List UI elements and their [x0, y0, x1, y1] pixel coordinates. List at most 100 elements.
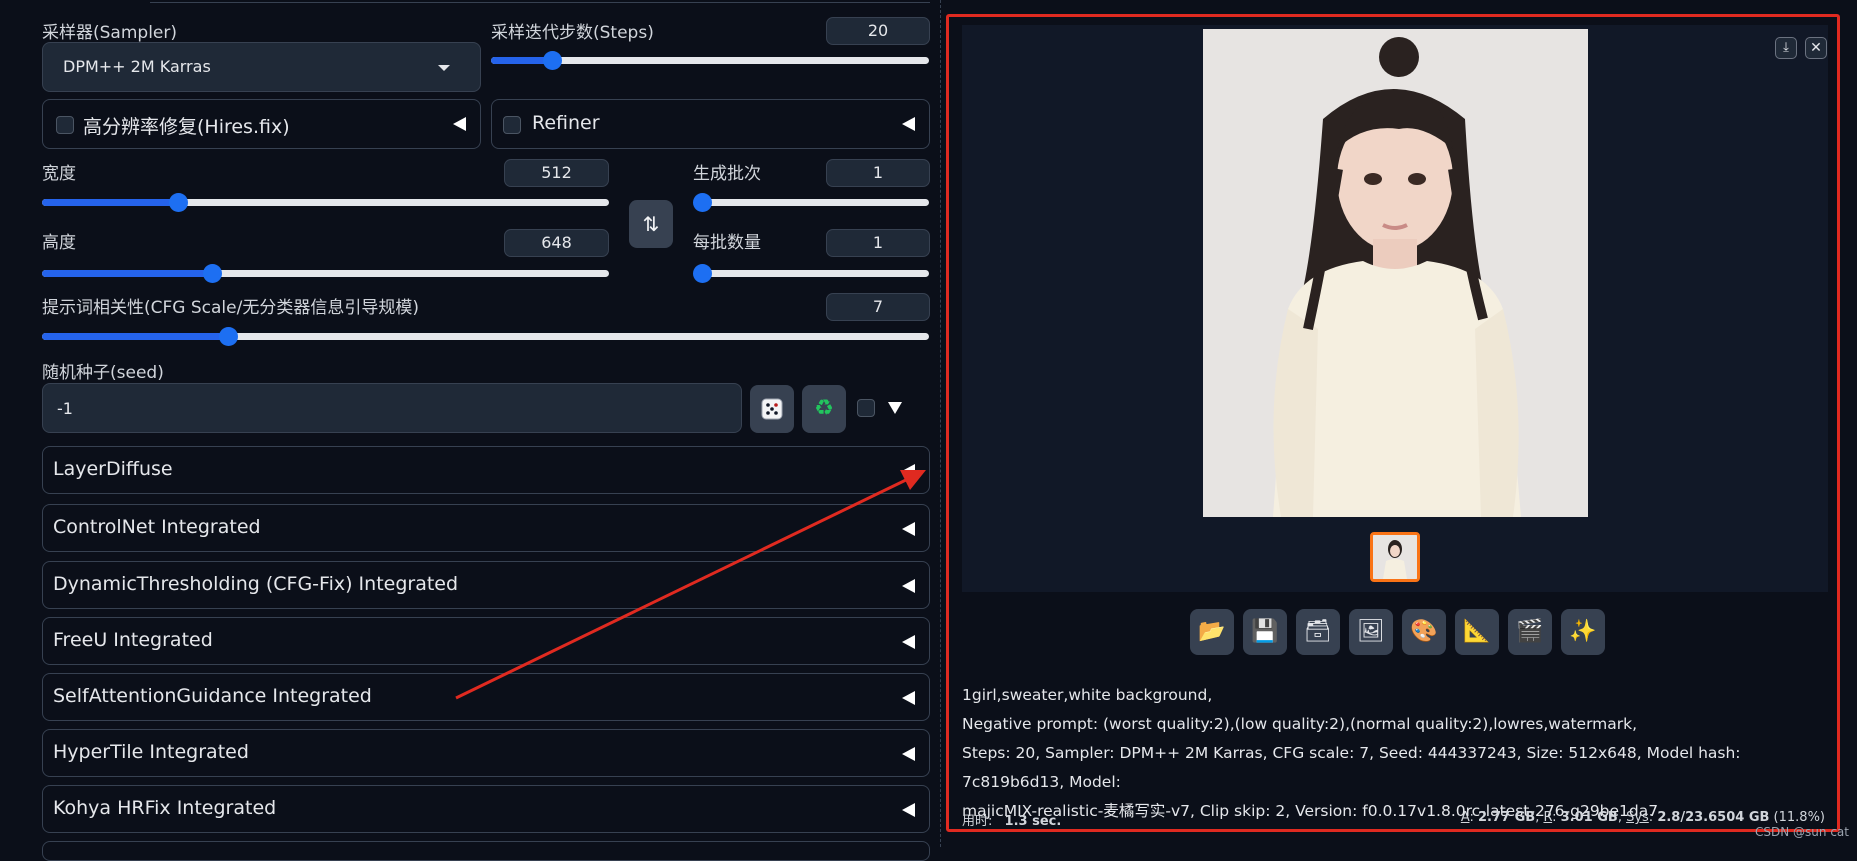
collapse-triangle-icon	[902, 747, 915, 761]
accordion-title: HyperTile Integrated	[53, 741, 249, 763]
accordion-freeu-integrated[interactable]: FreeU Integrated	[42, 617, 930, 665]
zip-icon: 🗃	[1304, 619, 1332, 644]
batch-count-slider[interactable]	[693, 193, 929, 212]
collapse-triangle-icon	[453, 117, 466, 131]
steps-input[interactable]: 20	[826, 17, 930, 45]
accordion-title: LayerDiffuse	[53, 458, 173, 480]
sampler-dropdown[interactable]: DPM++ 2M Karras	[42, 42, 481, 92]
hires-fix-panel[interactable]: 高分辨率修复(Hires.fix)	[42, 99, 481, 149]
hires-fix-label: 高分辨率修复(Hires.fix)	[83, 116, 290, 138]
sampler-label: 采样器(Sampler)	[42, 23, 177, 43]
steps-slider[interactable]	[491, 51, 929, 70]
steps-label: 采样迭代步数(Steps)	[491, 23, 654, 43]
height-slider[interactable]	[42, 264, 609, 283]
memory-stats: A: 2.77 GB, R: 3.01 GB, Sys: 2.8/23.6504…	[1460, 810, 1825, 825]
batch-size-slider[interactable]	[693, 264, 929, 283]
zip-button[interactable]: 🗃	[1296, 609, 1340, 655]
batch-size-label: 每批数量	[693, 233, 761, 253]
send-to-video-button[interactable]: 🎬	[1508, 609, 1552, 655]
height-input[interactable]: 648	[504, 229, 609, 257]
column-separator	[940, 0, 941, 847]
seed-input[interactable]: -1	[42, 383, 742, 433]
collapse-triangle-icon	[902, 803, 915, 817]
collapse-triangle-icon	[902, 522, 915, 536]
refiner-panel[interactable]: Refiner	[491, 99, 930, 149]
cfg-label: 提示词相关性(CFG Scale/无分类器信息引导规模)	[42, 298, 419, 318]
refiner-checkbox[interactable]	[503, 116, 521, 134]
chevron-down-icon	[438, 65, 450, 71]
upscale-button[interactable]: ✨	[1561, 609, 1605, 655]
thumbnail-image	[1373, 535, 1417, 579]
close-icon: ✕	[1810, 40, 1822, 56]
accordion-controlnet-integrated[interactable]: ControlNet Integrated	[42, 504, 930, 552]
download-icon: ⤓	[1783, 40, 1789, 55]
top-divider	[150, 0, 930, 3]
sparkles-icon: ✨	[1569, 619, 1597, 644]
reuse-seed-button[interactable]: ♻	[802, 385, 846, 433]
accordion-kohya-hrfix-integrated[interactable]: Kohya HRFix Integrated	[42, 785, 930, 833]
generation-info: 1girl,sweater,white background, Negative…	[962, 681, 1832, 826]
mem-r-value: 3.01 GB	[1560, 810, 1618, 825]
collapse-triangle-icon	[902, 635, 915, 649]
accordion-next-partial[interactable]	[42, 841, 930, 861]
send-to-img2img-button[interactable]: 🖼	[1349, 609, 1393, 655]
height-slider-thumb[interactable]	[203, 264, 222, 283]
cfg-slider[interactable]	[42, 327, 929, 346]
time-label: 用时:	[962, 814, 993, 829]
batch-count-label: 生成批次	[693, 164, 761, 184]
accordion-title: ControlNet Integrated	[53, 516, 261, 538]
mem-a-value: 2.77 GB	[1478, 810, 1536, 825]
seed-value: -1	[57, 399, 73, 418]
batch-size-slider-thumb[interactable]	[693, 264, 712, 283]
mem-sys-label: Sys	[1626, 810, 1649, 825]
width-label: 宽度	[42, 164, 76, 184]
accordion-title: FreeU Integrated	[53, 629, 213, 651]
mem-pct: (11.8%)	[1773, 810, 1825, 825]
download-button[interactable]: ⤓	[1775, 37, 1797, 59]
accordion-title: SelfAttentionGuidance Integrated	[53, 685, 372, 707]
hires-fix-checkbox[interactable]	[56, 116, 74, 134]
close-button[interactable]: ✕	[1805, 37, 1827, 59]
accordion-dynamicthresholding-cfg-fix-integrated[interactable]: DynamicThresholding (CFG-Fix) Integrated	[42, 561, 930, 609]
cfg-slider-thumb[interactable]	[219, 327, 238, 346]
info-line: 1girl,sweater,white background,	[962, 686, 1213, 704]
gallery-thumbnail[interactable]	[1370, 532, 1420, 582]
recycle-icon: ♻	[814, 396, 834, 421]
batch-count-slider-thumb[interactable]	[693, 193, 712, 212]
open-folder-button[interactable]: 📂	[1190, 609, 1234, 655]
batch-count-input[interactable]: 1	[826, 159, 930, 187]
info-line: Steps: 20, Sampler: DPM++ 2M Karras, CFG…	[962, 744, 1741, 791]
swap-arrows-icon: ⇅	[642, 212, 660, 236]
accordion-selfattentionguidance-integrated[interactable]: SelfAttentionGuidance Integrated	[42, 673, 930, 721]
save-button[interactable]: 💾	[1243, 609, 1287, 655]
seed-label: 随机种子(seed)	[42, 363, 164, 383]
height-label: 高度	[42, 233, 76, 253]
collapse-triangle-icon	[902, 117, 915, 131]
send-to-img2img-icon: 🖼	[1357, 619, 1385, 644]
accordion-title: Kohya HRFix Integrated	[53, 797, 277, 819]
mem-r-label: R	[1543, 810, 1553, 825]
clapper-icon: 🎬	[1516, 619, 1544, 644]
accordion-layerdiffuse[interactable]: LayerDiffuse	[42, 446, 930, 494]
watermark: CSDN @sun cat	[1755, 825, 1849, 839]
expand-triangle-icon[interactable]	[888, 402, 902, 414]
width-input[interactable]: 512	[504, 159, 609, 187]
send-to-inpaint-button[interactable]: 🎨	[1402, 609, 1446, 655]
generated-image[interactable]	[1203, 29, 1588, 517]
swap-dimensions-button[interactable]: ⇅	[629, 200, 673, 248]
gallery-area: ⤓ ✕	[962, 25, 1828, 592]
sampler-value: DPM++ 2M Karras	[63, 57, 211, 76]
collapse-triangle-icon	[902, 464, 915, 478]
collapse-triangle-icon	[902, 579, 915, 593]
width-slider-thumb[interactable]	[169, 193, 188, 212]
extra-seed-checkbox[interactable]	[857, 399, 875, 417]
random-seed-button[interactable]	[750, 385, 794, 433]
send-to-extras-button[interactable]: 📐	[1455, 609, 1499, 655]
accordion-hypertile-integrated[interactable]: HyperTile Integrated	[42, 729, 930, 777]
steps-slider-thumb[interactable]	[543, 51, 562, 70]
cfg-input[interactable]: 7	[826, 293, 930, 321]
output-panel: ⤓ ✕ 📂 💾 🗃 🖼 🎨 📐 🎬 ✨ 1girl,sweater,white …	[946, 14, 1840, 832]
width-slider[interactable]	[42, 193, 609, 212]
send-to-extras-icon: 📐	[1463, 619, 1491, 644]
batch-size-input[interactable]: 1	[826, 229, 930, 257]
